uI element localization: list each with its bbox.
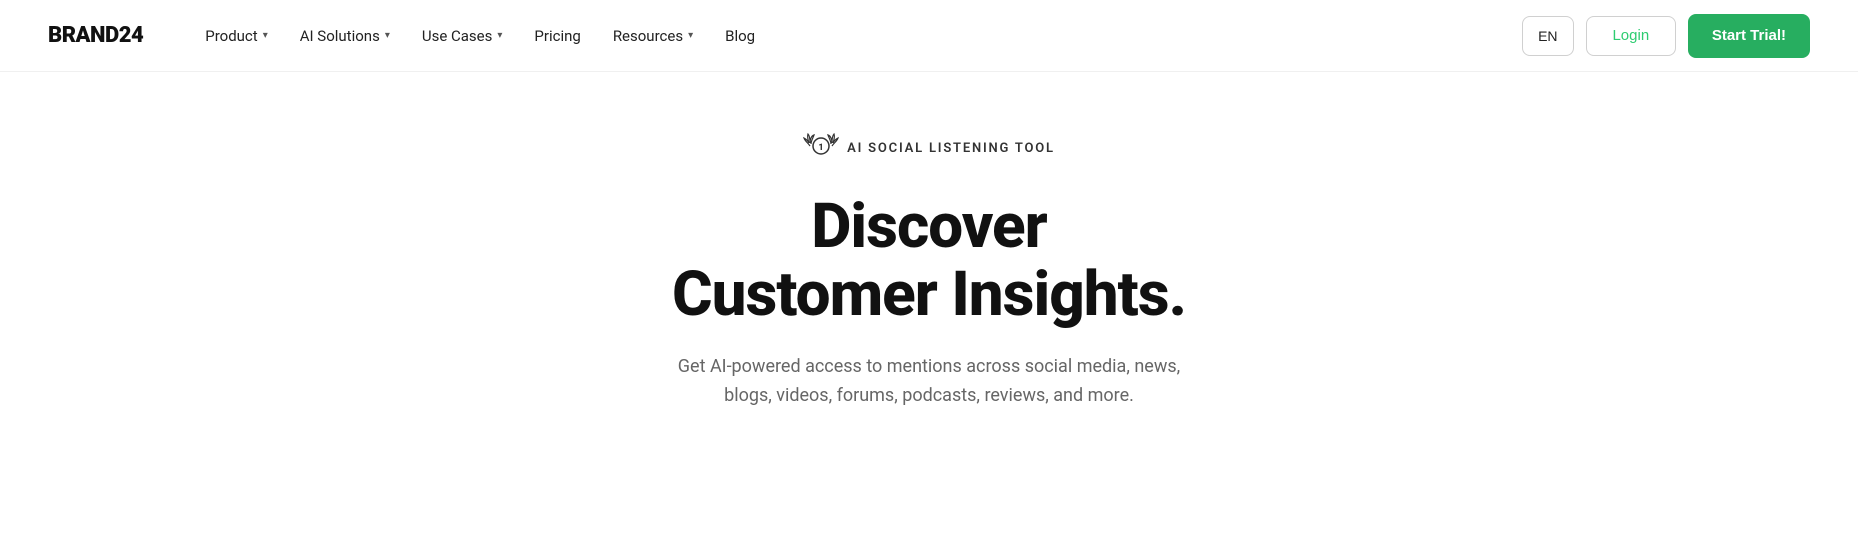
svg-text:1: 1 [819,143,824,153]
nav-label-use-cases: Use Cases [422,27,493,45]
award-icon: 1 [803,132,839,165]
nav-item-ai-solutions[interactable]: AI Solutions ▾ [286,19,404,53]
nav-label-product: Product [205,27,257,45]
login-button[interactable]: Login [1586,16,1676,56]
chevron-down-icon: ▾ [497,30,502,41]
hero-subtitle: Get AI-powered access to mentions across… [659,353,1199,411]
nav-item-use-cases[interactable]: Use Cases ▾ [408,19,517,53]
hero-title-line2: Customer Insights. [672,258,1186,331]
nav-label-pricing: Pricing [534,27,580,45]
laurel-icon: 1 [803,132,839,160]
brand-logo[interactable]: BRAND24 [48,23,143,48]
chevron-down-icon: ▾ [385,30,390,41]
chevron-down-icon: ▾ [263,30,268,41]
hero-title: Discover Customer Insights. [672,193,1186,329]
nav-label-resources: Resources [613,27,683,45]
hero-badge-text: AI SOCIAL LISTENING TOOL [847,141,1055,156]
navbar: BRAND24 Product ▾ AI Solutions ▾ Use Cas… [0,0,1858,72]
nav-label-ai-solutions: AI Solutions [300,27,380,45]
hero-title-line1: Discover [811,190,1047,263]
nav-label-blog: Blog [725,27,755,45]
language-selector[interactable]: EN [1522,16,1574,56]
nav-item-resources[interactable]: Resources ▾ [599,19,707,53]
nav-item-product[interactable]: Product ▾ [191,19,281,53]
chevron-down-icon: ▾ [688,30,693,41]
nav-item-pricing[interactable]: Pricing [520,19,594,53]
hero-badge: 1 AI SOCIAL LISTENING TOOL [803,132,1055,165]
nav-links: Product ▾ AI Solutions ▾ Use Cases ▾ Pri… [191,19,1522,53]
hero-section: 1 AI SOCIAL LISTENING TOOL Discover Cust… [0,72,1858,451]
nav-item-blog[interactable]: Blog [711,19,769,53]
nav-actions: EN Login Start Trial! [1522,14,1810,58]
start-trial-button[interactable]: Start Trial! [1688,14,1810,58]
